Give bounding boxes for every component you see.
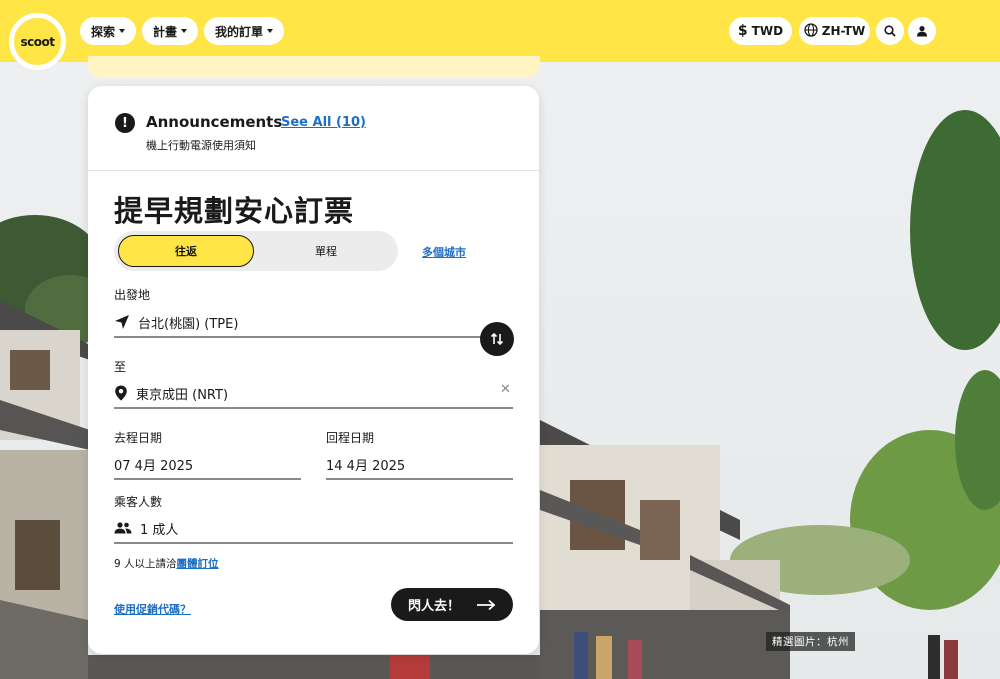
map-pin-icon <box>115 385 127 401</box>
nav-menu-label: 探索 <box>90 24 115 39</box>
dollar-icon: $ <box>737 23 748 39</box>
alert-icon: ! <box>115 113 135 133</box>
location-arrow-icon <box>115 315 129 329</box>
currency-selector[interactable]: $ TWD <box>729 17 792 45</box>
announcements-panel: ! Announcements See All (10) 機上行動電源使用須知 <box>88 86 539 171</box>
chevron-down-icon <box>267 29 273 33</box>
card-top-tab <box>88 56 540 78</box>
arrow-right-icon <box>477 599 496 610</box>
scoot-logo[interactable]: scoot <box>9 13 66 70</box>
photo-caption: 精選圖片：杭州 <box>766 632 855 651</box>
depart-date-value: 07 4月 2025 <box>114 458 194 474</box>
depart-date-field[interactable]: 07 4月 2025 <box>114 450 301 480</box>
return-date-field[interactable]: 14 4月 2025 <box>326 450 513 480</box>
nav-menu-plan[interactable]: 計畫 <box>142 17 198 45</box>
chevron-down-icon <box>119 29 125 33</box>
origin-field[interactable]: 台北(桃園) (TPE) <box>114 308 490 338</box>
destination-value: 東京成田 (NRT) <box>136 387 229 403</box>
return-date-value: 14 4月 2025 <box>326 458 406 474</box>
trip-type-one-way[interactable]: 單程 <box>258 235 394 267</box>
return-date-label: 回程日期 <box>326 431 375 445</box>
group-note-text: 9 人以上請洽 <box>114 558 177 570</box>
promo-code-link[interactable]: 使用促銷代碼？ <box>114 601 191 617</box>
destination-label: 至 <box>114 360 127 374</box>
language-label: ZH-TW <box>821 24 866 38</box>
nav-menu-my-booking[interactable]: 我的訂單 <box>204 17 284 45</box>
language-selector[interactable]: ZH-TW <box>799 17 870 45</box>
origin-value: 台北(桃園) (TPE) <box>138 316 239 332</box>
see-all-link[interactable]: See All (10) <box>281 115 366 130</box>
logo-text: scoot <box>20 34 55 49</box>
nav-menu-explore[interactable]: 探索 <box>80 17 136 45</box>
search-flights-label: 閃人去！ <box>407 599 460 614</box>
swap-locations-button[interactable] <box>480 322 514 356</box>
announcement-item[interactable]: 機上行動電源使用須知 <box>146 137 256 153</box>
search-flights-button[interactable]: 閃人去！ <box>391 588 513 621</box>
trip-type-toggle: 往返 單程 <box>114 231 398 271</box>
announcements-title: Announcements <box>146 113 283 131</box>
depart-date-label: 去程日期 <box>114 431 163 445</box>
booking-card: ! Announcements See All (10) 機上行動電源使用須知 … <box>88 86 539 654</box>
nav-menu-label: 計畫 <box>152 24 177 39</box>
search-button[interactable] <box>876 17 904 45</box>
search-icon <box>884 25 896 37</box>
group-booking-link[interactable]: 團體訂位 <box>177 558 219 570</box>
passengers-value: 1 成人 <box>140 522 179 538</box>
destination-field[interactable]: 東京成田 (NRT) <box>114 379 513 409</box>
multi-city-link[interactable]: 多個城市 <box>422 244 466 260</box>
globe-icon <box>804 22 818 40</box>
user-icon <box>917 26 927 37</box>
currency-label: TWD <box>751 24 784 38</box>
nav-menu-label: 我的訂單 <box>214 24 263 39</box>
chevron-down-icon <box>181 29 187 33</box>
origin-label: 出發地 <box>114 288 151 302</box>
trip-type-round-trip[interactable]: 往返 <box>118 235 254 267</box>
swap-icon <box>490 332 504 346</box>
clear-destination-icon[interactable]: ✕ <box>500 382 511 397</box>
account-button[interactable] <box>908 17 936 45</box>
people-icon <box>114 522 132 534</box>
passengers-field[interactable]: 1 成人 <box>114 514 513 544</box>
group-booking-note: 9 人以上請洽團體訂位 <box>114 556 219 571</box>
page-title: 提早規劃安心訂票 <box>114 194 355 228</box>
passengers-label: 乘客人數 <box>114 495 163 509</box>
